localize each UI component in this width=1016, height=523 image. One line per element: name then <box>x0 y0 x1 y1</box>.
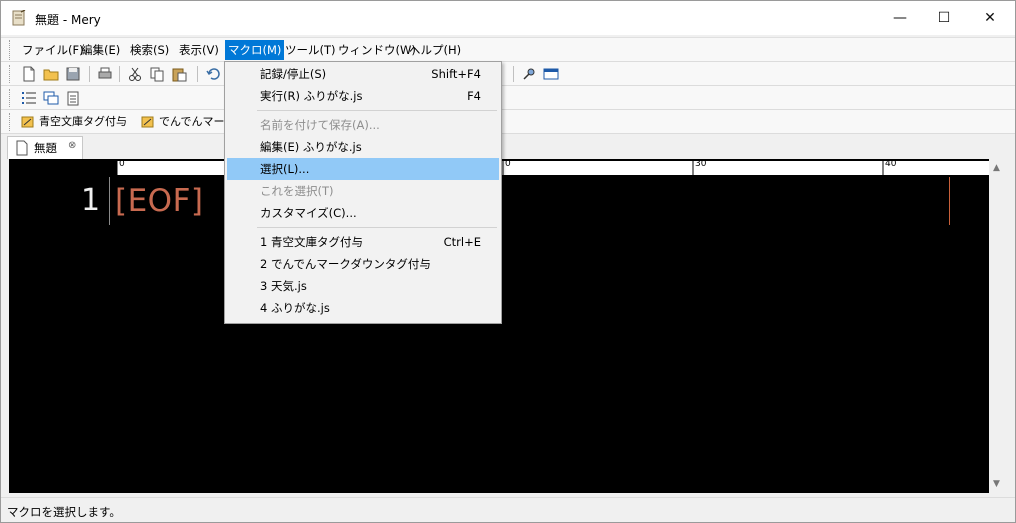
minimize-button[interactable]: — <box>877 1 923 35</box>
scroll-down-icon[interactable]: ▼ <box>993 479 1000 489</box>
application-window: 無題 - Mery — ☐ ✕ ファイル(F) 編集(E) 検索(S) 表示(V… <box>0 0 1016 523</box>
menu-item-record-stop[interactable]: 記録/停止(S) Shift+F4 <box>227 63 499 85</box>
menu-item-macro-4[interactable]: 4 ふりがな.js <box>227 297 499 319</box>
gutter-divider <box>109 177 110 225</box>
tab-label: 無題 <box>34 141 57 155</box>
title-bar: 無題 - Mery — ☐ ✕ <box>1 1 1015 35</box>
paste-icon[interactable] <box>171 66 187 82</box>
status-text: マクロを選択します。 <box>7 505 121 519</box>
ruler-label: 0 <box>119 159 125 169</box>
toolbar-separator <box>197 66 198 82</box>
mery-app-icon <box>12 9 26 26</box>
menu-macro[interactable]: マクロ(M) <box>225 40 285 60</box>
macro-icon <box>21 115 34 128</box>
menu-item-macro-3[interactable]: 3 天気.js <box>227 275 499 297</box>
cut-icon[interactable] <box>127 66 143 82</box>
toolbar-grip <box>9 89 13 107</box>
undo-icon[interactable] <box>205 66 221 82</box>
macro-toolbar: 青空文庫タグ付与 でんでんマーク <box>1 109 1015 134</box>
secondary-toolbar <box>1 85 1015 110</box>
macro-icon <box>141 115 154 128</box>
macro-button-aozora[interactable]: 青空文庫タグ付与 <box>19 113 127 131</box>
menu-separator <box>257 227 497 228</box>
toolbar-separator <box>119 66 120 82</box>
close-button[interactable]: ✕ <box>967 1 1013 35</box>
menu-edit[interactable]: 編集(E) <box>78 40 123 60</box>
menu-item-select[interactable]: 選択(L)... <box>227 158 499 180</box>
toolbar-separator <box>513 66 514 82</box>
menu-item-select-this[interactable]: これを選択(T) <box>227 180 499 202</box>
menubar-grip <box>9 40 13 60</box>
menu-item-save-as[interactable]: 名前を付けて保存(A)... <box>227 114 499 136</box>
windows-list-icon[interactable] <box>43 90 59 106</box>
menu-bar: ファイル(F) 編集(E) 検索(S) 表示(V) マクロ(M) ツール(T) … <box>1 37 1015 62</box>
menu-help[interactable]: ヘルプ(H) <box>406 40 464 60</box>
clipboard-history-icon[interactable] <box>65 90 81 106</box>
copy-icon[interactable] <box>149 66 165 82</box>
tab-untitled[interactable]: 無題 ⊗ <box>7 136 83 159</box>
ruler-label: 40 <box>885 159 897 169</box>
toolbar-grip <box>9 65 13 83</box>
macro-button-denden[interactable]: でんでんマーク <box>139 113 235 131</box>
ruler-label: 0 <box>505 159 511 169</box>
menu-item-macro-1[interactable]: 1 青空文庫タグ付与 Ctrl+E <box>227 231 499 253</box>
right-margin-line <box>949 177 950 225</box>
menu-view[interactable]: 表示(V) <box>176 40 222 60</box>
toolbar-separator <box>89 66 90 82</box>
eof-marker: [EOF] <box>115 183 204 219</box>
save-icon[interactable] <box>65 66 81 82</box>
scroll-up-icon[interactable]: ▲ <box>993 163 1000 173</box>
menu-item-customize[interactable]: カスタマイズ(C)... <box>227 202 499 224</box>
vertical-scrollbar[interactable]: ▲ ▼ <box>989 159 1007 493</box>
open-folder-icon[interactable] <box>43 66 59 82</box>
window-icon[interactable] <box>543 66 559 82</box>
menu-search[interactable]: 検索(S) <box>127 40 172 60</box>
menu-tools[interactable]: ツール(T) <box>282 40 339 60</box>
line-number: 1 <box>81 183 101 218</box>
window-title: 無題 - Mery <box>35 13 101 27</box>
maximize-button[interactable]: ☐ <box>921 1 967 35</box>
menu-separator <box>257 110 497 111</box>
macro-button-label: 青空文庫タグ付与 <box>39 115 127 128</box>
document-icon <box>14 140 30 156</box>
menu-item-edit[interactable]: 編集(E) ふりがな.js <box>227 136 499 158</box>
pin-icon[interactable] <box>521 66 537 82</box>
macro-dropdown-menu: 記録/停止(S) Shift+F4 実行(R) ふりがな.js F4 名前を付けて保… <box>224 61 502 324</box>
ruler-label: 30 <box>695 159 707 169</box>
toolbar-grip <box>9 113 13 131</box>
menu-item-run[interactable]: 実行(R) ふりがな.js F4 <box>227 85 499 107</box>
menu-file[interactable]: ファイル(F) <box>19 40 87 60</box>
new-file-icon[interactable] <box>21 66 37 82</box>
main-toolbar <box>1 61 1015 86</box>
outline-list-icon[interactable] <box>21 90 37 106</box>
status-bar: マクロを選択します。 <box>1 497 1015 522</box>
tab-close-icon[interactable]: ⊗ <box>68 140 76 151</box>
document-tab-strip: 無題 ⊗ <box>1 133 1015 159</box>
print-icon[interactable] <box>97 66 113 82</box>
menu-item-macro-2[interactable]: 2 でんでんマークダウンタグ付与 <box>227 253 499 275</box>
